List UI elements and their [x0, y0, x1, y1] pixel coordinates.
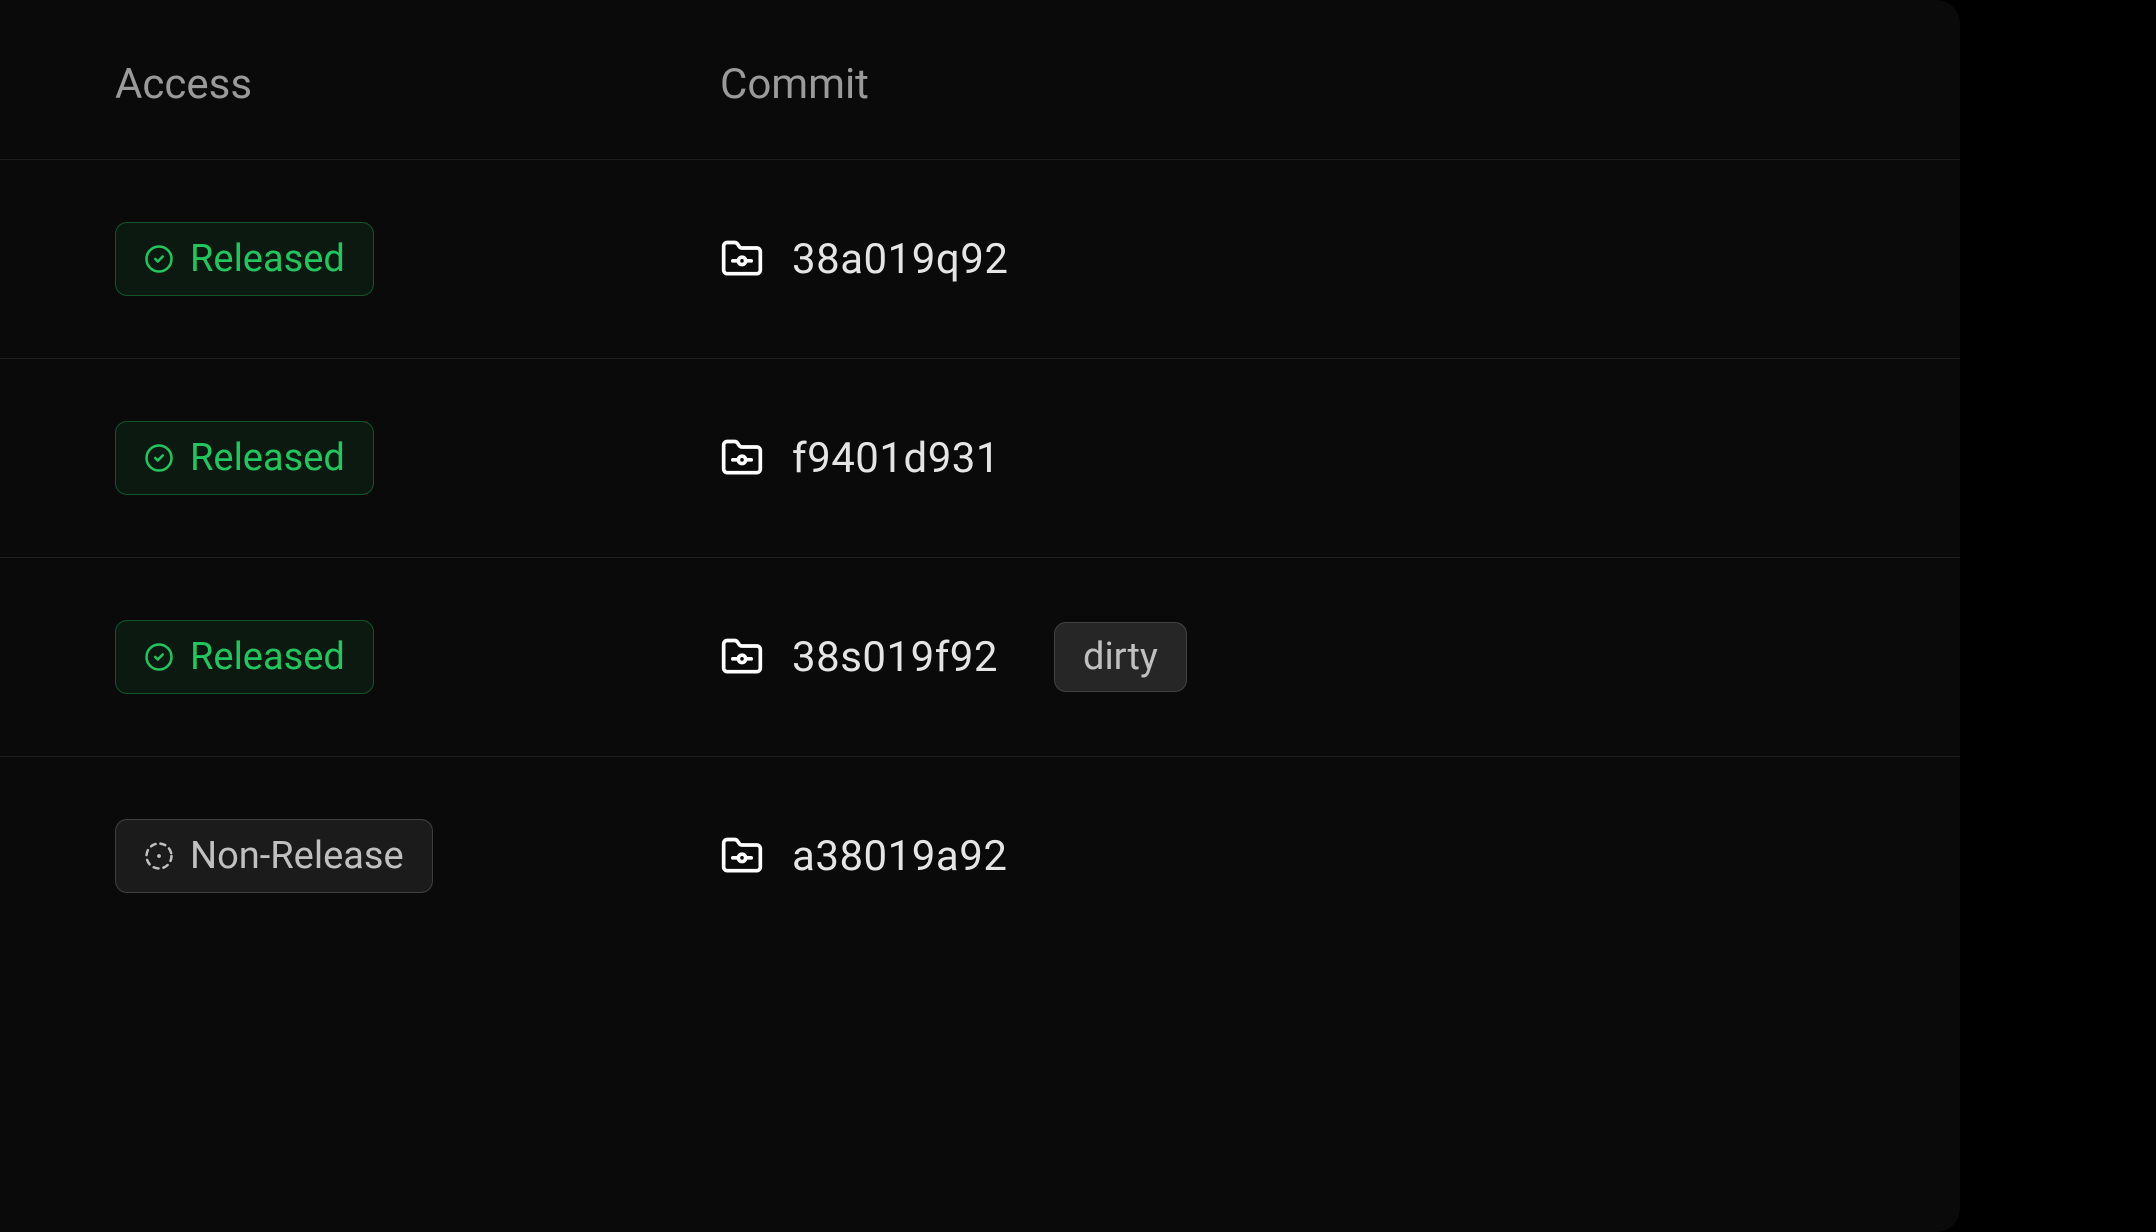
check-circle-icon	[144, 642, 174, 672]
dashed-circle-icon	[144, 841, 174, 871]
released-badge: Released	[115, 421, 374, 495]
cell-access: Non-Release	[115, 819, 720, 893]
dirty-badge: dirty	[1054, 622, 1187, 692]
cell-commit: 38s019f92 dirty	[720, 622, 1187, 692]
header-commit: Commit	[720, 60, 869, 109]
cell-commit: 38a019q92	[720, 235, 1008, 284]
table: Access Commit Released 38a019q92 Released f…	[0, 0, 1960, 955]
header-access: Access	[115, 60, 720, 109]
folder-git-icon	[720, 436, 764, 480]
nonrelease-badge: Non-Release	[115, 819, 433, 893]
folder-git-icon	[720, 635, 764, 679]
folder-git-icon	[720, 834, 764, 878]
badge-label: Released	[190, 237, 345, 281]
cell-access: Released	[115, 620, 720, 694]
cell-commit: a38019a92	[720, 832, 1007, 881]
table-row[interactable]: Released 38a019q92	[0, 160, 1960, 359]
badge-label: Released	[190, 436, 345, 480]
released-badge: Released	[115, 222, 374, 296]
check-circle-icon	[144, 443, 174, 473]
commit-hash[interactable]: 38a019q92	[792, 235, 1008, 284]
badge-label: Released	[190, 635, 345, 679]
check-circle-icon	[144, 244, 174, 274]
cell-access: Released	[115, 222, 720, 296]
badge-label: Non-Release	[190, 834, 404, 878]
commit-hash[interactable]: f9401d931	[792, 434, 1000, 483]
panel: Access Commit Released 38a019q92 Released f…	[0, 0, 1960, 1232]
commit-hash[interactable]: a38019a92	[792, 832, 1007, 881]
table-header: Access Commit	[0, 0, 1960, 160]
released-badge: Released	[115, 620, 374, 694]
table-row[interactable]: Released 38s019f92 dirty	[0, 558, 1960, 757]
cell-access: Released	[115, 421, 720, 495]
commit-hash[interactable]: 38s019f92	[792, 633, 998, 682]
table-row[interactable]: Non-Release a38019a92	[0, 757, 1960, 955]
table-row[interactable]: Released f9401d931	[0, 359, 1960, 558]
folder-git-icon	[720, 237, 764, 281]
cell-commit: f9401d931	[720, 434, 1000, 483]
